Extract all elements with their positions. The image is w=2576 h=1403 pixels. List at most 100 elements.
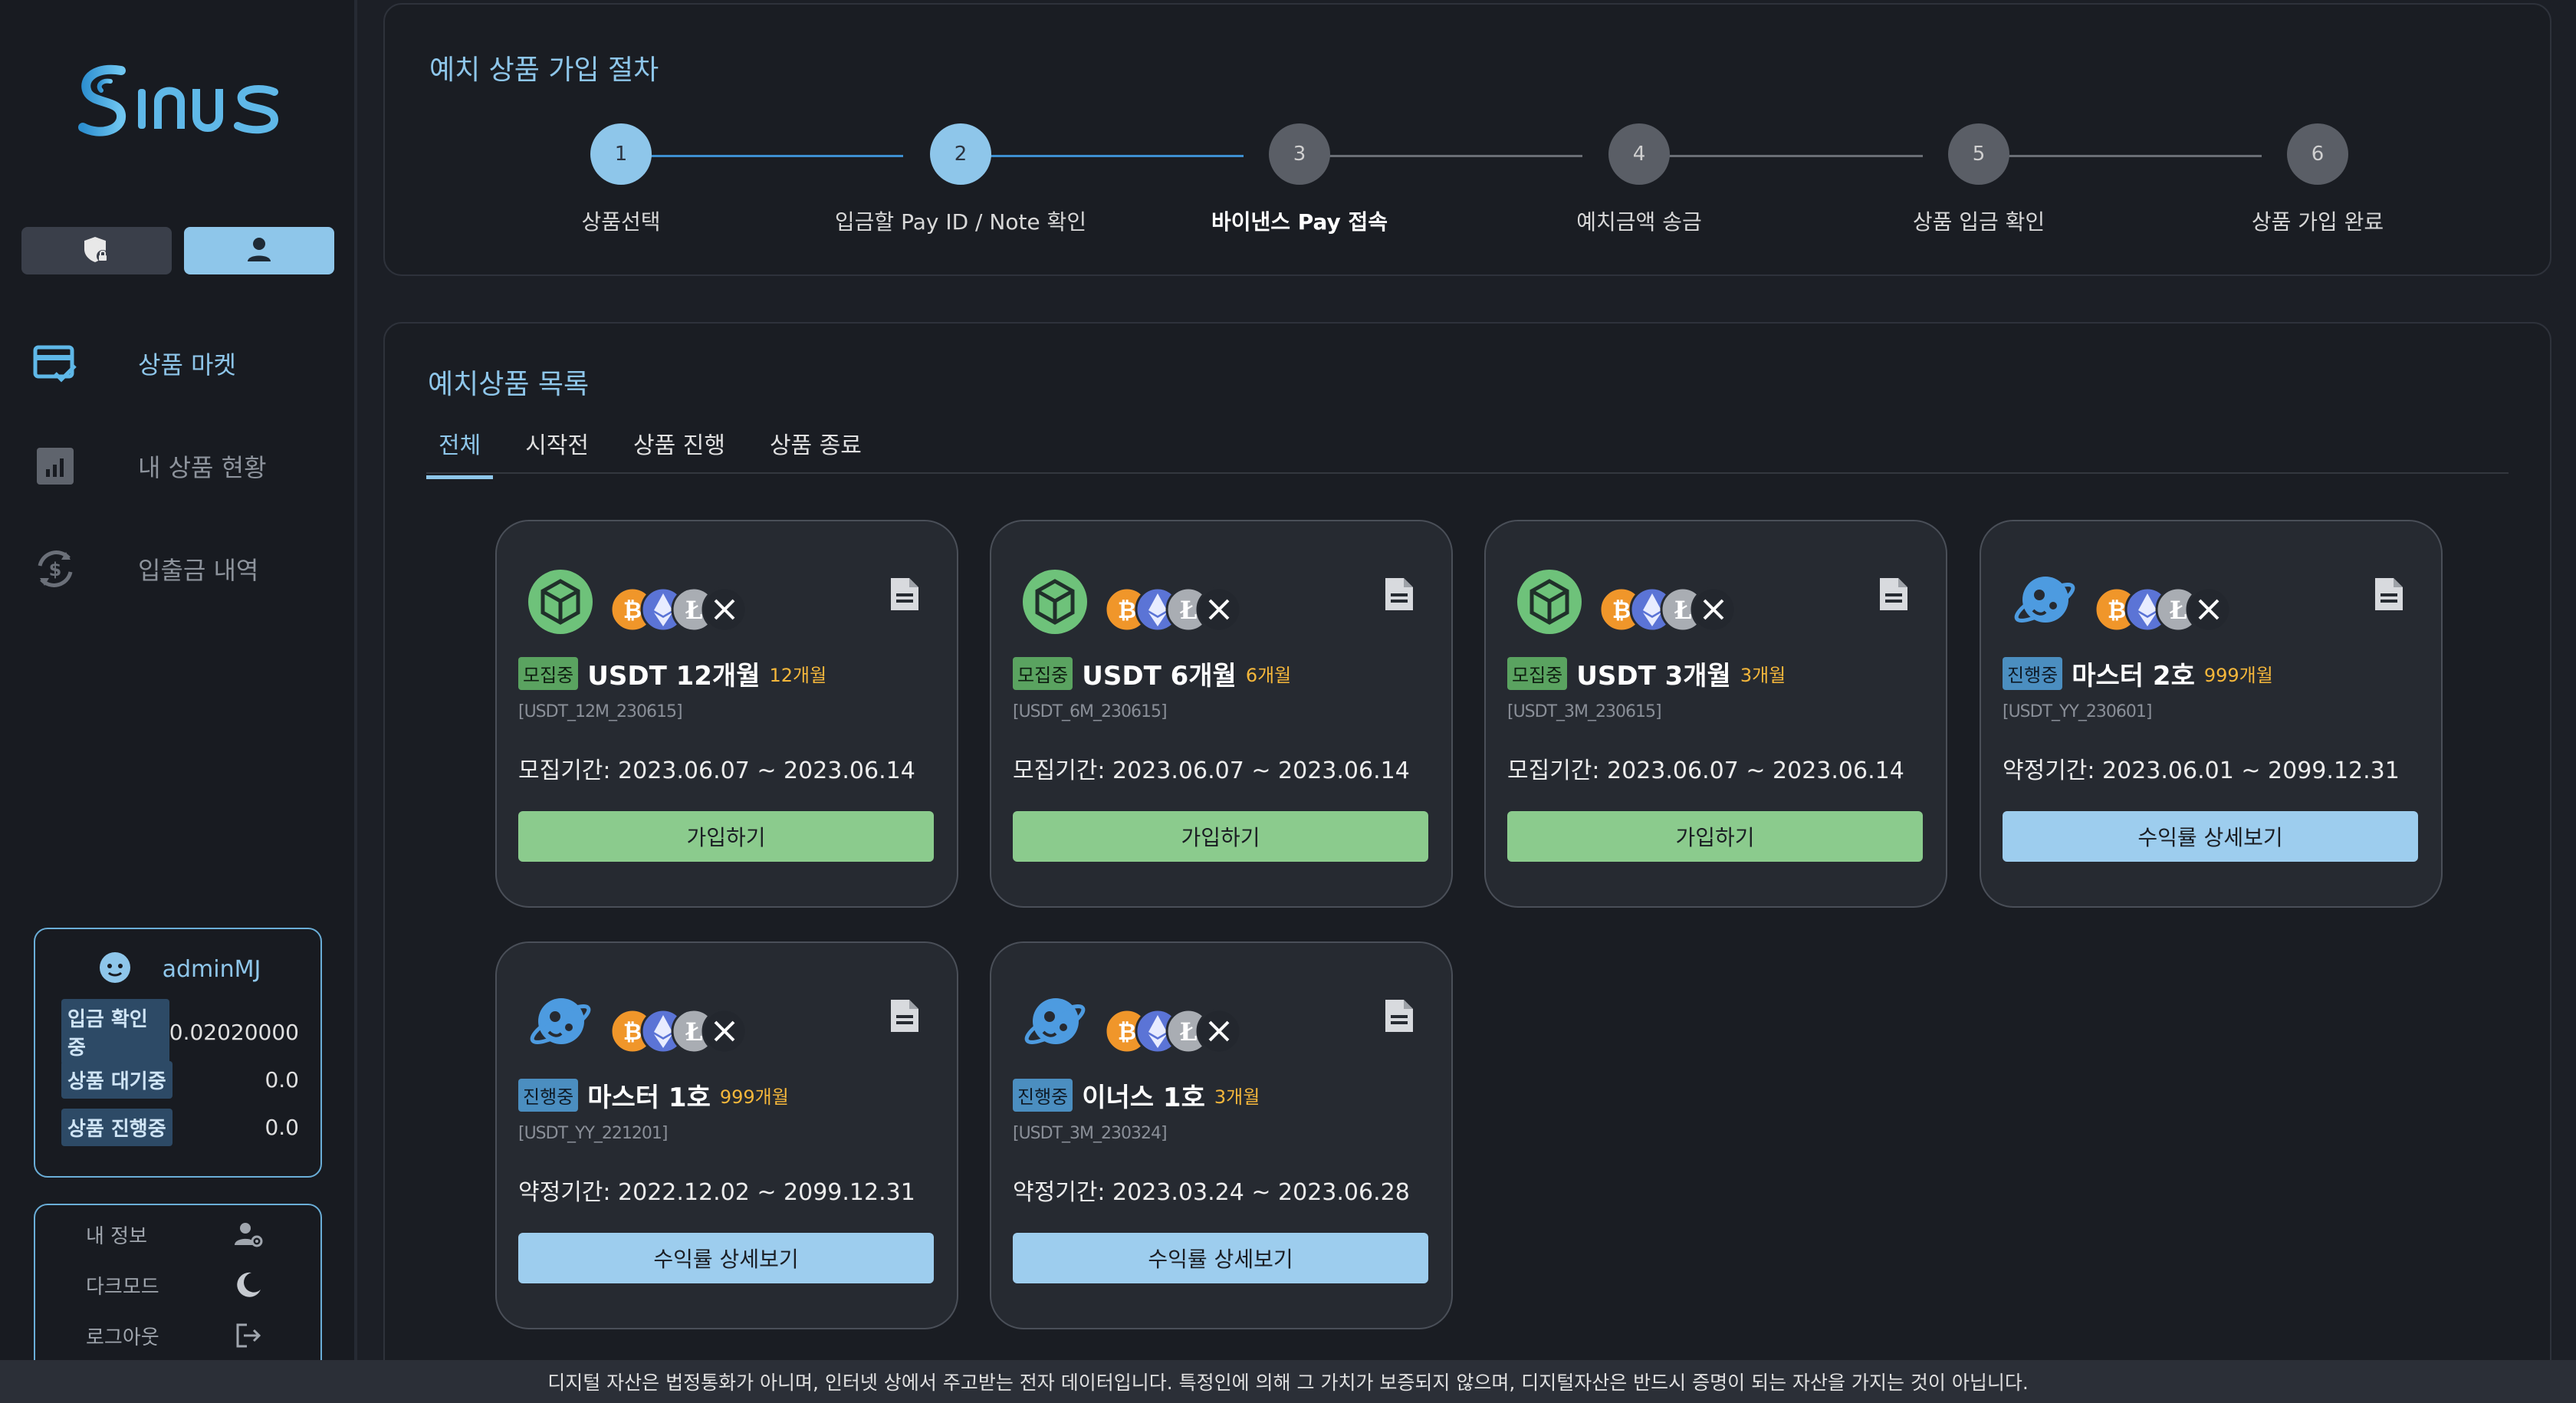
step-connector (1639, 155, 1923, 157)
join-button[interactable]: 가입하기 (1507, 811, 1923, 862)
document-icon[interactable] (1877, 575, 1911, 613)
product-period: 999개월 (719, 1086, 789, 1108)
nav-my-products[interactable]: 내 상품 현황 (31, 435, 337, 497)
step-2-circle: 2 (930, 123, 991, 185)
product-card: ₿ Ł 모집중 USDT 6개월 6개월 [USDT_6M_230615] 모집기간: 20… (990, 520, 1453, 908)
product-code: [USDT_12M_230615] (518, 702, 683, 721)
product-tabs: 전체 시작전 상품 진행 상품 종료 (426, 420, 894, 479)
sidebar: 상품 마켓 내 상품 현황 $ 입출금 내역 adminMJ 입금 확인중 0.… (0, 0, 357, 1403)
coin-icons: ₿ Ł (1103, 586, 1249, 633)
menu-my-info[interactable]: 내 정보 (35, 1211, 324, 1257)
tab-not-started[interactable]: 시작전 (513, 420, 601, 479)
card-heading: 모집중 USDT 12개월 12개월 (518, 655, 826, 692)
nav-transactions[interactable]: $ 입출금 내역 (31, 538, 337, 600)
document-icon[interactable] (1382, 575, 1416, 613)
product-dates: 약정기간: 2022.12.02 ~ 2099.12.31 (518, 1179, 915, 1206)
menu-label: 로그아웃 (86, 1326, 159, 1349)
user-icon (244, 234, 274, 268)
dollar-exchange-icon: $ (31, 544, 80, 593)
steps-title: 예치 상품 가입 절차 (429, 54, 659, 86)
svg-text:₿: ₿ (1612, 597, 1631, 624)
menu-label: 내 정보 (86, 1224, 148, 1248)
svg-text:Ł: Ł (2170, 596, 2187, 625)
svg-text:Ł: Ł (685, 596, 703, 625)
yield-detail-button[interactable]: 수익률 상세보기 (1013, 1233, 1428, 1283)
card-check-icon (31, 339, 80, 388)
admin-mode-toggle[interactable] (21, 227, 172, 274)
product-code: [USDT_6M_230615] (1013, 702, 1168, 721)
legal-notice-bar: 디지털 자산은 법정통화가 아니며, 인터넷 상에서 주고받는 전자 데이터입니… (0, 1360, 2576, 1403)
step-3-circle: 3 (1269, 123, 1330, 185)
join-button[interactable]: 가입하기 (1013, 811, 1428, 862)
step-4-label: 예치금액 송금 (1576, 209, 1702, 235)
product-period: 3개월 (1214, 1086, 1260, 1108)
logout-icon (232, 1319, 265, 1352)
nav-label: 내 상품 현황 (138, 453, 267, 482)
product-period: 6개월 (1245, 665, 1292, 686)
moon-icon (232, 1268, 265, 1302)
svg-text:$: $ (49, 559, 62, 580)
document-icon[interactable] (888, 575, 922, 613)
nav-product-market[interactable]: 상품 마켓 (31, 333, 337, 394)
svg-text:₿: ₿ (623, 597, 642, 624)
card-heading: 진행중 마스터 2호 999개월 (2003, 655, 2273, 692)
status-badge: 모집중 (518, 657, 579, 690)
sinus-logo[interactable] (74, 61, 288, 146)
coin-icons: ₿ Ł (1103, 1007, 1249, 1055)
yield-detail-button[interactable]: 수익률 상세보기 (518, 1233, 934, 1283)
product-period: 12개월 (769, 665, 827, 686)
step-6-label: 상품 가입 완료 (2251, 209, 2384, 235)
tab-all[interactable]: 전체 (426, 420, 494, 479)
join-button[interactable]: 가입하기 (518, 811, 934, 862)
status-badge: 모집중 (1507, 657, 1568, 690)
product-card: ₿ Ł 모집중 USDT 3개월 3개월 [USDT_3M_230615] 모집기간: 20… (1484, 520, 1947, 908)
step-connector (960, 155, 1244, 157)
stat-value: 0.0 (264, 1066, 299, 1092)
planet-logo-icon (2012, 569, 2078, 635)
step-connector (1978, 155, 2262, 157)
product-period: 999개월 (2203, 665, 2273, 686)
step-6-circle: 6 (2287, 123, 2348, 185)
product-name: 마스터 1호 (587, 1083, 711, 1113)
step-5-label: 상품 입금 확인 (1912, 209, 2045, 235)
tab-in-progress[interactable]: 상품 진행 (621, 420, 738, 479)
coin-icons: ₿ Ł (609, 586, 754, 633)
user-avatar-icon (98, 951, 132, 987)
card-heading: 진행중 이너스 1호 3개월 (1013, 1076, 1260, 1114)
legal-notice-text: 디지털 자산은 법정통화가 아니며, 인터넷 상에서 주고받는 전자 데이터입니… (547, 1372, 2029, 1394)
step-5-circle: 5 (1948, 123, 2009, 185)
svg-text:₿: ₿ (1118, 1019, 1136, 1046)
status-badge: 진행중 (518, 1079, 579, 1112)
cube-logo-icon (1516, 569, 1582, 635)
user-mode-toggle[interactable] (184, 227, 334, 274)
step-2-label: 입금할 Pay ID / Note 확인 (834, 209, 1087, 235)
menu-logout[interactable]: 로그아웃 (35, 1313, 324, 1359)
menu-dark-mode[interactable]: 다크모드 (35, 1262, 324, 1308)
stat-label: 상품 진행중 (61, 1108, 172, 1146)
product-period: 3개월 (1740, 665, 1786, 686)
step-3-label: 바이낸스 Pay 접속 (1211, 209, 1388, 235)
product-card: ₿ Ł 진행중 이너스 1호 3개월 [USDT_3M_230324] 약정기간: 2023… (990, 941, 1453, 1329)
product-card: ₿ Ł 진행중 마스터 2호 999개월 [USDT_YY_230601] 약정기간: 20… (1980, 520, 2443, 908)
document-icon[interactable] (2372, 575, 2406, 613)
tab-ended[interactable]: 상품 종료 (757, 420, 874, 479)
svg-text:Ł: Ł (1674, 596, 1692, 625)
menu-label: 다크모드 (86, 1275, 159, 1299)
user-settings-icon (232, 1217, 265, 1251)
product-name: USDT 12개월 (587, 661, 761, 692)
product-dates: 모집기간: 2023.06.07 ~ 2023.06.14 (1013, 757, 1410, 784)
cube-logo-icon (527, 569, 593, 635)
product-list-title: 예치상품 목록 (428, 369, 590, 400)
user-summary-box: adminMJ 입금 확인중 0.02020000 상품 대기중 0.0 상품 … (34, 928, 322, 1178)
bar-chart-icon (31, 442, 80, 491)
yield-detail-button[interactable]: 수익률 상세보기 (2003, 811, 2418, 862)
stat-product-waiting: 상품 대기중 0.0 (61, 1060, 299, 1099)
svg-text:₿: ₿ (2108, 597, 2126, 624)
product-code: [USDT_3M_230615] (1507, 702, 1662, 721)
document-icon[interactable] (888, 997, 922, 1035)
document-icon[interactable] (1382, 997, 1416, 1035)
coin-icons: ₿ Ł (609, 1007, 754, 1055)
step-4-circle: 4 (1608, 123, 1670, 185)
svg-text:₿: ₿ (623, 1019, 642, 1046)
svg-text:₿: ₿ (1118, 597, 1136, 624)
